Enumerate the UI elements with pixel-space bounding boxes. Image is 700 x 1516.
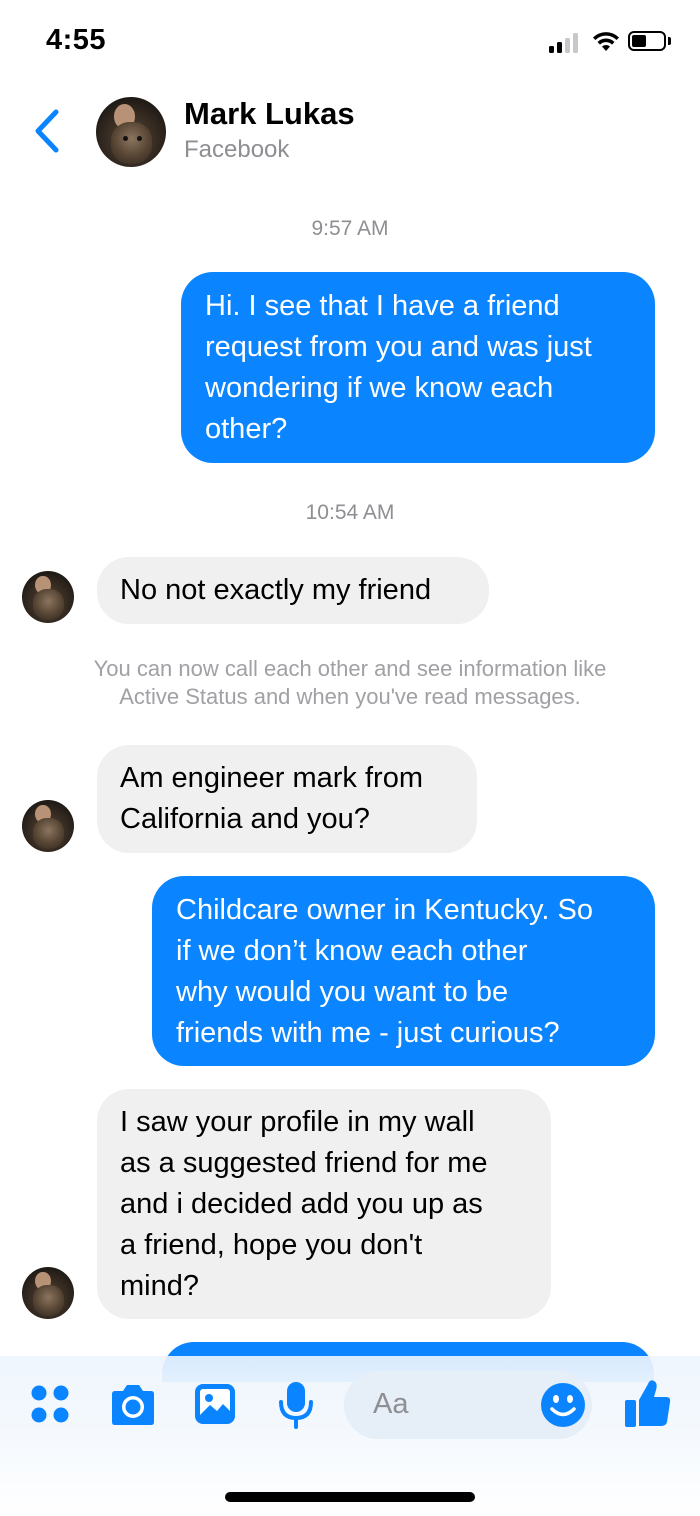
camera-icon[interactable] (108, 1384, 158, 1426)
message-line: and i decided add you up as (120, 1188, 483, 1220)
message-line: if we don’t know each other (176, 935, 528, 967)
message-line: No not exactly my friend (120, 574, 432, 606)
message-line: a friend, hope you don't (120, 1229, 423, 1261)
message-line: I saw your profile in my wall (120, 1106, 475, 1138)
outgoing-message-bubble[interactable]: Hi. I see that I have a friend request f… (181, 272, 655, 463)
cellular-signal-icon (549, 33, 583, 53)
timestamp: 9:57 AM (311, 217, 389, 240)
wifi-icon (593, 32, 619, 51)
notice-line: You can now call each other and see info… (93, 656, 607, 681)
message-line: friends with me - just curious? (176, 1017, 560, 1049)
timestamp: 10:54 AM (305, 501, 395, 524)
battery-icon (628, 31, 666, 51)
message-line: request from you and was just (205, 331, 592, 363)
status-time: 4:55 (46, 24, 107, 56)
sender-avatar[interactable] (22, 1267, 74, 1319)
contact-avatar[interactable] (96, 97, 166, 167)
active-status-notice: You can now call each other and see info… (30, 655, 670, 711)
message-line: Childcare owner in Kentucky. So (176, 894, 593, 926)
message-line: other? (205, 413, 288, 445)
incoming-message-bubble[interactable]: No not exactly my friend (97, 557, 489, 624)
message-line: wondering if we know each (205, 372, 554, 404)
microphone-icon[interactable] (276, 1380, 316, 1430)
contact-source: Facebook (184, 136, 290, 163)
photo-icon[interactable] (193, 1382, 237, 1426)
emoji-icon[interactable] (540, 1382, 586, 1428)
message-line: Hi. I see that I have a friend (205, 290, 560, 322)
message-line: why would you want to be (176, 976, 509, 1008)
battery-cap (668, 37, 671, 45)
apps-icon[interactable] (30, 1384, 70, 1424)
back-icon[interactable] (32, 106, 62, 156)
sender-avatar[interactable] (22, 571, 74, 623)
home-indicator[interactable] (225, 1492, 475, 1502)
message-line: mind? (120, 1270, 199, 1302)
message-line: California and you? (120, 803, 370, 835)
message-input-placeholder: Aa (373, 1388, 409, 1420)
contact-name[interactable]: Mark Lukas (184, 96, 355, 132)
outgoing-message-bubble[interactable]: Childcare owner in Kentucky. So if we do… (152, 876, 655, 1066)
message-line: as a suggested friend for me (120, 1147, 488, 1179)
incoming-message-bubble[interactable]: I saw your profile in my wall as a sugge… (97, 1089, 551, 1319)
sender-avatar[interactable] (22, 800, 74, 852)
like-icon[interactable] (624, 1378, 672, 1428)
message-line: Am engineer mark from (120, 762, 423, 794)
incoming-message-bubble[interactable]: Am engineer mark from California and you… (97, 745, 477, 853)
notice-line: Active Status and when you've read messa… (119, 684, 581, 709)
